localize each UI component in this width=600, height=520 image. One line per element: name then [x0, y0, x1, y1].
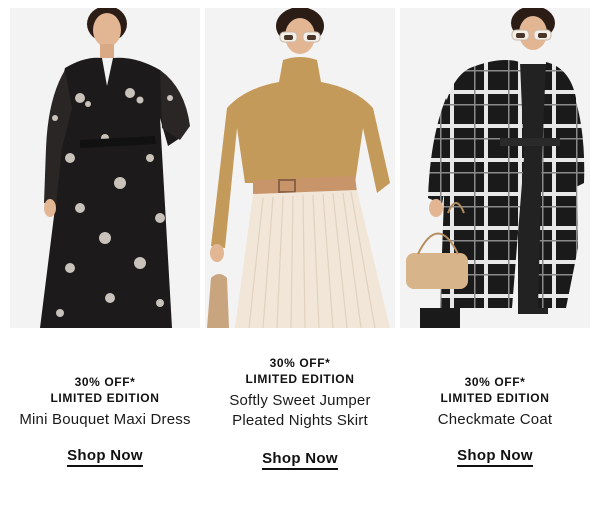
product-name-line: Checkmate Coat: [437, 411, 553, 428]
promo-discount: 30% OFF*: [464, 375, 526, 389]
shop-now-link[interactable]: Shop Now: [67, 447, 143, 467]
product-name-line: Softly Sweet Jumper: [229, 392, 371, 409]
product-image-floral-maxi-dress[interactable]: [10, 8, 200, 328]
product-info: 30% OFF* LIMITED EDITION Mini Bouquet Ma…: [0, 374, 210, 467]
product-name-line: Mini Bouquet Maxi Dress: [19, 411, 191, 428]
product-image-check-coat[interactable]: [400, 8, 590, 328]
product-name-line: Pleated Nights Skirt: [232, 412, 368, 429]
product-info: 30% OFF* LIMITED EDITION Checkmate Coat …: [390, 374, 600, 467]
product-name[interactable]: Mini Bouquet Maxi Dress: [0, 410, 210, 430]
product-card-checkmate-coat[interactable]: 30% OFF* LIMITED EDITION Checkmate Coat …: [400, 0, 590, 520]
product-name[interactable]: Softly Sweet Jumper Pleated Nights Skirt: [195, 391, 405, 431]
promo-discount: 30% OFF*: [269, 356, 331, 370]
product-grid: 30% OFF* LIMITED EDITION Mini Bouquet Ma…: [0, 0, 600, 520]
promo-discount: 30% OFF*: [74, 375, 136, 389]
product-card-mini-bouquet-maxi-dress[interactable]: 30% OFF* LIMITED EDITION Mini Bouquet Ma…: [10, 0, 200, 520]
promo-label: LIMITED EDITION: [50, 391, 160, 405]
product-image-jumper-pleated-skirt[interactable]: [205, 8, 395, 328]
promo-label: LIMITED EDITION: [245, 372, 355, 386]
promo-label: LIMITED EDITION: [440, 391, 550, 405]
product-card-jumper-and-skirt[interactable]: 30% OFF* LIMITED EDITION Softly Sweet Ju…: [205, 0, 395, 520]
shop-now-link[interactable]: Shop Now: [457, 447, 533, 467]
product-name[interactable]: Checkmate Coat: [390, 410, 600, 430]
shop-now-link[interactable]: Shop Now: [262, 450, 338, 470]
product-info: 30% OFF* LIMITED EDITION Softly Sweet Ju…: [195, 355, 405, 470]
